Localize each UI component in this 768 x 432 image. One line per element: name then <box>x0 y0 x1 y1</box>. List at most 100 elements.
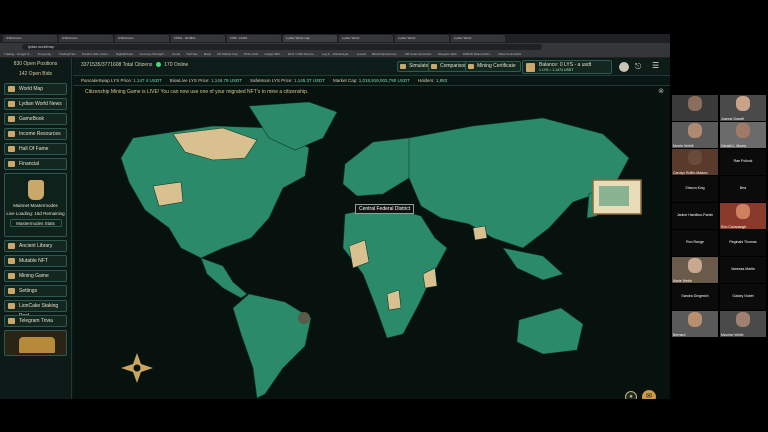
bookmark-3[interactable]: Position Size Calcu... <box>82 52 110 56</box>
menu-icon[interactable]: ☰ <box>652 61 659 71</box>
bookmark-18[interactable]: IOMOD Referral Ric... <box>463 52 492 56</box>
sidebar-item-world-map[interactable]: World Map <box>4 83 67 95</box>
bookmark-17[interactable]: Telegram Web <box>437 52 456 56</box>
tab-3[interactable]: 278b4...bb18b9... <box>171 35 225 42</box>
participant-name: Morrie Verhill <box>673 144 694 148</box>
sidebar-item-label: Mutable NFT <box>19 258 48 264</box>
online-dot-icon <box>155 62 161 68</box>
tab-strip: GSPartners GSPartners GSPartners 278b4...bb… <box>0 34 670 43</box>
mail-icon[interactable]: ✉ <box>642 390 656 399</box>
participant-name: Sharon King <box>685 186 705 190</box>
mastermind-stats-button[interactable]: Mastermodes Stats <box>9 219 62 227</box>
price-item: SafeMoon LYS Price: 1,145.37 USDT <box>250 78 325 83</box>
participant-tile: Marie Webb <box>672 257 718 283</box>
price-label: Market Cap: <box>332 78 358 83</box>
bookmark-16[interactable]: GB Code Generator <box>405 52 432 56</box>
participant-face <box>688 258 702 273</box>
bookmark-8[interactable]: Maps <box>204 52 211 56</box>
sidebar-item-label: Ancient Library <box>19 243 53 249</box>
world-map-icon <box>8 86 15 92</box>
participant-face <box>736 312 750 327</box>
sidebar-item-gamebook[interactable]: GameBook <box>4 113 67 125</box>
url-input[interactable]: lydian.world/map <box>22 44 542 50</box>
simulator-label: Simulator <box>409 63 431 69</box>
gamebook-icon <box>8 116 15 122</box>
participant-name: Reginald Thomas <box>729 240 757 244</box>
bookmark-0[interactable]: Trading - Google S... <box>4 52 32 56</box>
bookmark-12[interactable]: ETH / USD Stream... <box>288 52 316 56</box>
balance-panel[interactable]: Balance: 0 LYS - a usdt 1 LYS = 1.1474 U… <box>522 60 612 74</box>
tab-8[interactable]: Lydian World <box>451 35 505 42</box>
participant-face <box>736 204 750 219</box>
open-bids: 142 Open Bids <box>18 71 53 77</box>
bookmark-13[interactable]: Log In - GSLifestyle... <box>322 52 351 56</box>
close-icon[interactable]: ⊗ <box>658 87 664 95</box>
microphone-icon[interactable]: ● <box>625 391 637 399</box>
sidebar-item-mining-game[interactable]: Mining Game <box>4 270 67 282</box>
mastermind-title: Mainnet Mastermodes <box>13 203 58 208</box>
treasure-map-icon[interactable] <box>592 179 642 215</box>
telegram-trivia-icon <box>8 318 15 324</box>
sidebar: 830 Open Positions 142 Open Bids World M… <box>0 58 72 399</box>
certificate-icon <box>468 64 474 69</box>
tab-7[interactable]: Lydian World <box>395 35 449 42</box>
tab-2[interactable]: GSPartners <box>115 35 169 42</box>
participant-name: Galaxy Nobet <box>732 294 754 298</box>
price-label: BiswLive LYS Price: <box>169 78 210 83</box>
sidebar-item-income-resources[interactable]: Income Resources <box>4 128 67 140</box>
sidebar-item-financial[interactable]: Financial <box>4 158 67 170</box>
participant-tile: Reginald Thomas <box>720 230 766 256</box>
open-positions: 830 Open Positions <box>13 61 58 67</box>
sidebar-item-lioncake-staking-pool[interactable]: LionCake Staking Pool <box>4 300 67 319</box>
bookmark-4[interactable]: DigitalOcean <box>116 52 133 56</box>
treasure-chest-banner[interactable] <box>4 330 67 356</box>
world-map[interactable]: Central Federal District ● ✉ <box>73 98 670 399</box>
mining-certificate-button[interactable]: Mining Certificate <box>465 61 521 72</box>
lioncake-staking-pool-icon <box>8 303 15 309</box>
bookmark-6[interactable]: Gmail <box>172 52 180 56</box>
participant-name: Carolyn Ruffin-Maison <box>673 171 708 175</box>
citizens-stat: 3371535/3771608 Total Citizens 170 Onlin… <box>81 62 188 68</box>
income-resources-icon <box>8 131 15 137</box>
sidebar-item-lydian-world-news[interactable]: Lydian World News <box>4 98 67 110</box>
bookmark-9[interactable]: US Market Cap <box>217 52 238 56</box>
sidebar-item-hall-of-fame[interactable]: Hall Of Fame <box>4 143 67 155</box>
participant-tile: Morrie Verhill <box>672 122 718 148</box>
bookmark-10[interactable]: NFTs Units <box>244 52 259 56</box>
bookmark-19[interactable]: Other bookmarks <box>498 52 521 56</box>
lydian-app: 830 Open Positions 142 Open Bids World M… <box>0 58 670 399</box>
tab-0[interactable]: GSPartners <box>3 35 57 42</box>
bell-icon[interactable]: ⎋ <box>635 62 641 71</box>
participant-face <box>736 123 750 138</box>
sidebar-item-mutable-nft[interactable]: Mutable NFT <box>4 255 67 267</box>
tab-4[interactable]: 278b...bb18f... <box>227 35 281 42</box>
sidebar-item-telegram-trivia[interactable]: Telegram Trivia <box>4 315 67 327</box>
bookmark-14[interactable]: Lyocell <box>357 52 366 56</box>
tab-6[interactable]: Lydian World <box>339 35 393 42</box>
participant-tile: Rae Pollock <box>720 149 766 175</box>
tab-1[interactable]: GSPartners <box>59 35 113 42</box>
tab-5[interactable]: Lydian World map <box>283 35 337 42</box>
comparison-icon <box>431 64 437 69</box>
participant-tile: Galaxy Nobet <box>720 284 766 310</box>
participant-name: Ron Cavanaugh <box>721 225 747 229</box>
bookmark-1[interactable]: Proxyedg... <box>38 52 53 56</box>
sidebar-item-ancient-library[interactable]: Ancient Library <box>4 240 67 252</box>
bookmark-2[interactable]: TradingTrain <box>59 52 76 56</box>
mastermind-card[interactable]: Mainnet Mastermodes Live Loading: 15d Re… <box>4 173 67 237</box>
participant-name: Maurice Webb <box>721 333 744 337</box>
avatar[interactable] <box>619 62 629 72</box>
sidebar-item-settings[interactable]: Settings <box>4 285 67 297</box>
bookmark-5[interactable]: Currency Strength... <box>139 52 166 56</box>
ancient-library-icon <box>8 243 15 249</box>
bookmark-11[interactable]: Ledger 983... <box>264 52 282 56</box>
mastermind-live: Live Loading: 15d Remaining <box>6 211 65 216</box>
video-frame: GSPartners GSPartners GSPartners 278b4...bb… <box>0 0 768 432</box>
bookmark-7[interactable]: YouTube <box>186 52 198 56</box>
financial-icon <box>8 161 15 167</box>
bookmark-15[interactable]: Blockchainservers... <box>372 52 399 56</box>
participant-tile: Gerald L. Morris <box>720 122 766 148</box>
world-map-svg[interactable] <box>73 98 670 399</box>
price-value: 1,145.37 USDT <box>293 78 325 83</box>
price-label: Holders: <box>417 78 435 83</box>
